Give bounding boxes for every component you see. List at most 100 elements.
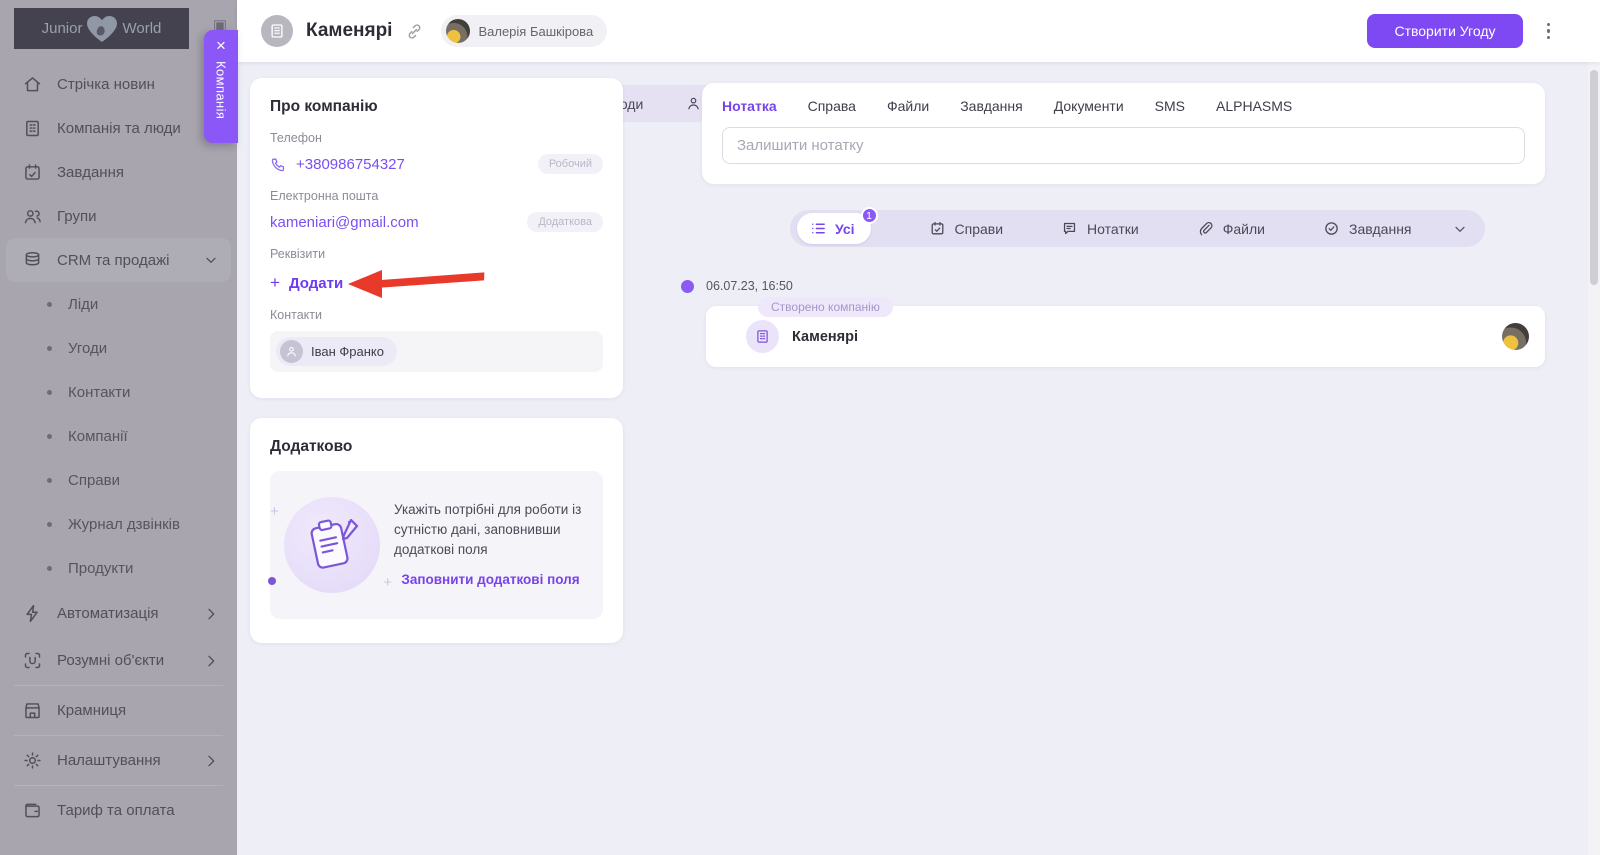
sidebar-subitem-label: Контакти <box>68 383 131 401</box>
sidebar-item-automation[interactable]: Автоматизація <box>0 590 237 637</box>
card-title: Про компанію <box>270 98 378 115</box>
filter-files[interactable]: Файли <box>1197 220 1265 237</box>
dot-decor-icon <box>268 577 276 585</box>
sidebar-item-tasks[interactable]: Завдання <box>0 150 237 194</box>
bullet-icon <box>47 433 52 439</box>
sidebar-item-label: Автоматизація <box>57 605 159 622</box>
timeline-filterbar: Усі 1 Справи Нотатки Файли Завдання <box>790 207 1485 247</box>
sidebar-item-label: Групи <box>57 207 97 225</box>
bullet-icon <box>47 345 52 351</box>
sidebar-item-shop[interactable]: Крамниця <box>0 687 237 734</box>
sidebar-subitem-activities[interactable]: Справи <box>0 458 237 502</box>
chevron-down-icon <box>203 252 219 268</box>
composer-tab-note[interactable]: Нотатка <box>722 98 777 114</box>
sidebar-subitem-deals[interactable]: Угоди <box>0 326 237 370</box>
bullet-icon <box>47 477 52 483</box>
chevron-right-icon <box>203 653 219 669</box>
sidebar-item-news-feed[interactable]: Стрічка новин <box>0 62 237 106</box>
additional-panel: + + Укажіть потрібні для роботи із сутні… <box>268 471 603 619</box>
scrollbar[interactable] <box>1588 0 1600 855</box>
composer-tab-activity[interactable]: Справа <box>808 98 856 114</box>
database-stack-icon <box>22 250 43 271</box>
chevron-right-icon <box>203 753 219 769</box>
owner-pill[interactable]: Валерія Башкірова <box>441 15 608 47</box>
chevron-right-icon <box>203 606 219 622</box>
wallet-icon <box>22 800 43 821</box>
phone-value: +380986754327 <box>296 155 405 173</box>
email-label: Електронна пошта <box>270 189 379 203</box>
contact-avatar-icon <box>280 340 303 363</box>
note-bubble-icon <box>1061 220 1078 237</box>
create-deal-button[interactable]: Створити Угоду <box>1367 14 1523 48</box>
chevron-down-icon[interactable] <box>1452 221 1468 237</box>
composer-tab-sms[interactable]: SMS <box>1155 98 1185 114</box>
plus-decor-icon: + <box>383 574 392 591</box>
filter-notes[interactable]: Нотатки <box>1061 220 1139 237</box>
annotation-arrow <box>348 270 485 298</box>
sidebar-item-label: Стрічка новин <box>57 75 155 93</box>
phone-icon <box>270 156 287 173</box>
card-title: Додатково <box>270 438 353 455</box>
sidebar-item-settings[interactable]: Налаштування <box>0 737 237 784</box>
sidebar-subitem-label: Продукти <box>68 559 134 577</box>
sidebar-item-label: Крамниця <box>57 702 127 719</box>
composer-tab-files[interactable]: Файли <box>887 98 929 114</box>
sidebar-item-label: Тариф та оплата <box>57 802 175 819</box>
sidebar-subitem-label: Компанії <box>68 427 128 445</box>
sidebar-subitem-companies[interactable]: Компанії <box>0 414 237 458</box>
heart-pets-logo-icon <box>85 14 119 44</box>
email-value: kameniari@gmail.com <box>270 213 419 231</box>
event-author-avatar <box>1502 323 1529 350</box>
kebab-menu-icon[interactable] <box>1543 19 1555 44</box>
filter-tasks[interactable]: Завдання <box>1323 220 1412 237</box>
contacts-label: Контакти <box>270 308 322 322</box>
sidebar-item-label: Розумні об'єкти <box>57 652 165 669</box>
company-avatar <box>261 15 293 47</box>
sidebar-subitem-products[interactable]: Продукти <box>0 546 237 590</box>
divider <box>14 735 223 736</box>
contacts-box: Іван Франко <box>270 331 603 372</box>
sidebar-subitem-label: Справи <box>68 471 120 489</box>
sidebar-item-label: Налаштування <box>57 752 161 769</box>
composer-tab-alphasms[interactable]: ALPHASMS <box>1216 98 1292 114</box>
note-input[interactable] <box>722 127 1525 164</box>
timeline-dot <box>681 280 694 293</box>
sidebar-item-crm-sales[interactable]: CRM та продажі <box>6 238 231 282</box>
timeline-event-card[interactable]: Створено компанію Каменярі <box>706 297 1545 367</box>
phone-link[interactable]: +380986754327 <box>270 156 405 173</box>
building-icon <box>22 118 43 139</box>
divider <box>14 785 223 786</box>
add-requisites-button[interactable]: + Додати <box>270 273 343 293</box>
sidebar-subitem-call-log[interactable]: Журнал дзвінків <box>0 502 237 546</box>
logo-text-left: Junior <box>41 20 83 37</box>
sidebar-item-company-people[interactable]: Компанія та люди <box>0 106 237 150</box>
sidebar-item-smart-objects[interactable]: Розумні об'єкти <box>0 637 237 684</box>
fill-additional-fields-link[interactable]: Заповнити додаткові поля <box>394 570 587 590</box>
left-column: Про компанію Телефон +380986754327 Робоч… <box>250 78 623 643</box>
filter-label: Завдання <box>1348 220 1412 237</box>
check-circle-icon <box>1323 220 1340 237</box>
clipboard-illustration: + + <box>268 497 392 593</box>
contact-chip[interactable]: Іван Франко <box>276 337 397 366</box>
additional-hint-text: Укажіть потрібні для роботи із сутністю … <box>394 501 582 558</box>
plus-icon: + <box>270 273 280 292</box>
scrollbar-thumb[interactable] <box>1590 70 1598 285</box>
company-panel-tab[interactable]: × Компанія <box>204 30 238 143</box>
sidebar-subitem-contacts[interactable]: Контакти <box>0 370 237 414</box>
composer-tab-documents[interactable]: Документи <box>1054 98 1124 114</box>
filter-label: Справи <box>954 220 1004 237</box>
filter-activities[interactable]: Справи <box>929 220 1004 237</box>
email-link[interactable]: kameniari@gmail.com <box>270 214 419 231</box>
app-logo[interactable]: Junior World <box>14 8 189 49</box>
sidebar-subitem-leads[interactable]: Ліди <box>0 282 237 326</box>
owner-name: Валерія Башкірова <box>478 23 594 39</box>
filter-all[interactable]: Усі 1 <box>797 207 878 244</box>
page-title: Каменярі <box>306 20 393 41</box>
close-icon[interactable]: × <box>216 37 226 54</box>
copy-link-icon[interactable] <box>405 22 424 41</box>
sidebar-item-groups[interactable]: Групи <box>0 194 237 238</box>
sidebar-subitem-label: Ліди <box>68 295 99 313</box>
sidebar-item-billing[interactable]: Тариф та оплата <box>0 787 237 834</box>
composer-tab-tasks[interactable]: Завдання <box>960 98 1023 114</box>
sidebar-item-label: Компанія та люди <box>57 119 181 137</box>
